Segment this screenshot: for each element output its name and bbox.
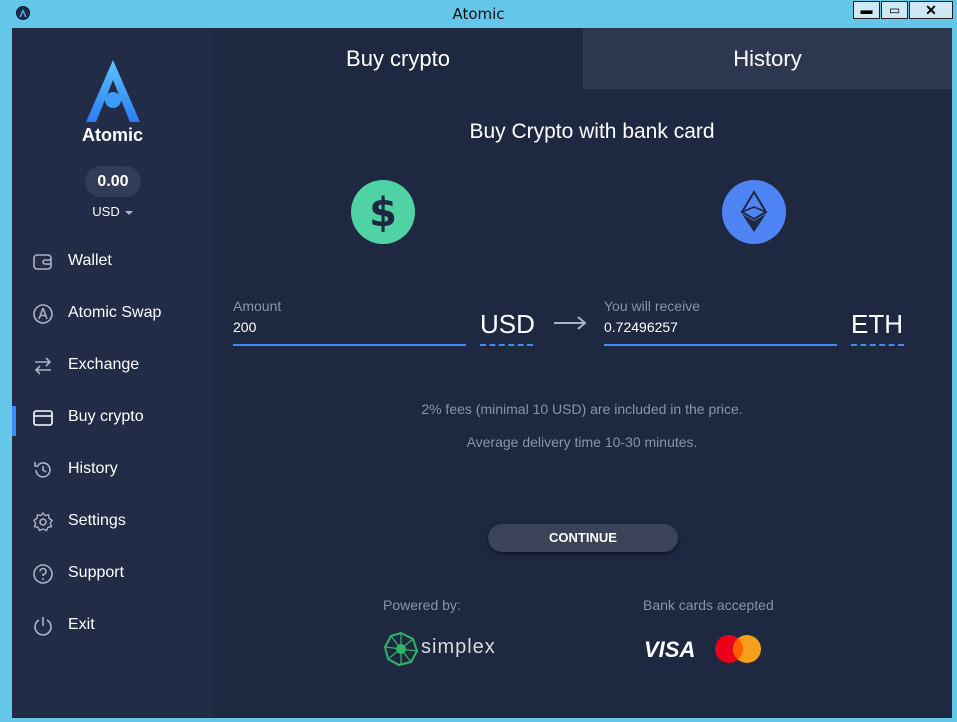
minimize-button[interactable]: ▬ xyxy=(853,1,880,19)
receive-underline xyxy=(604,344,837,346)
fee-note: 2% fees (minimal 10 USD) are included in… xyxy=(421,401,743,417)
balance-display: 0.00 xyxy=(85,166,141,197)
sidebar-item-support[interactable]: Support xyxy=(12,548,213,600)
receive-label: You will receive xyxy=(604,298,700,314)
sidebar-item-wallet[interactable]: Wallet xyxy=(12,236,213,288)
sidebar-item-exchange[interactable]: Exchange xyxy=(12,340,213,392)
cards-accepted-label: Bank cards accepted xyxy=(643,597,774,613)
history-icon xyxy=(34,462,51,478)
sidebar-nav: Wallet Atomic Swap Exchange Buy crypto H… xyxy=(12,236,213,652)
delivery-note: Average delivery time 10-30 minutes. xyxy=(466,434,698,450)
caret-down-icon xyxy=(124,210,133,215)
exchange-icon xyxy=(34,357,52,375)
window-title: Atomic xyxy=(452,5,505,23)
sidebar-item-atomic-swap[interactable]: Atomic Swap xyxy=(12,288,213,340)
simplex-name: simplex xyxy=(421,636,496,658)
page-title: Buy Crypto with bank card xyxy=(469,120,715,143)
maximize-button[interactable]: ▭ xyxy=(881,1,908,19)
power-icon xyxy=(34,617,52,636)
continue-button[interactable]: CONTINUE xyxy=(488,524,678,552)
sidebar-item-label: Exit xyxy=(68,616,95,633)
sidebar-item-buy-crypto[interactable]: Buy crypto xyxy=(12,392,213,444)
sidebar-item-exit[interactable]: Exit xyxy=(12,600,213,652)
to-currency-select[interactable]: ETH xyxy=(851,309,903,340)
wallet-icon xyxy=(33,254,52,270)
close-button[interactable]: ✕ xyxy=(909,1,953,19)
tab-history[interactable]: History xyxy=(583,28,952,89)
receive-input[interactable]: 0.72496257 xyxy=(604,319,678,335)
gear-icon xyxy=(33,511,53,532)
amount-input[interactable]: 200 xyxy=(233,319,256,335)
currency-selector[interactable]: USD xyxy=(12,204,213,219)
eth-coin-icon xyxy=(722,180,786,244)
sidebar-item-label: Wallet xyxy=(68,252,112,269)
brand-name: Atomic xyxy=(81,125,143,145)
sidebar-item-label: Atomic Swap xyxy=(68,304,162,321)
help-icon xyxy=(33,564,53,584)
mastercard-icon xyxy=(715,635,761,663)
svg-text:$: $ xyxy=(369,190,397,236)
tab-buy-crypto[interactable]: Buy crypto xyxy=(213,28,583,89)
usd-coin-icon: $ xyxy=(351,180,415,244)
atomic-logo-icon xyxy=(86,60,140,122)
from-currency-underline xyxy=(480,344,533,346)
amount-underline xyxy=(233,344,466,346)
sidebar-item-label: Buy crypto xyxy=(68,408,144,425)
powered-by-label: Powered by: xyxy=(383,597,461,613)
sidebar-item-label: Exchange xyxy=(68,356,140,373)
title-bar: Atomic ▬ ▭ ✕ xyxy=(0,0,957,28)
to-currency-underline xyxy=(851,344,904,346)
sidebar-item-history[interactable]: History xyxy=(12,444,213,496)
amount-label: Amount xyxy=(233,298,282,314)
sidebar-item-label: History xyxy=(68,460,118,477)
tab-bar: Buy crypto History xyxy=(213,28,952,89)
arrow-right-icon xyxy=(554,316,587,330)
sidebar: Atomic 0.00 USD Wallet Atomic Swap Excha… xyxy=(12,28,213,718)
visa-logo: VISA xyxy=(644,637,696,662)
simplex-logo: simplex xyxy=(383,631,503,667)
simplex-icon xyxy=(383,631,419,667)
sidebar-item-label: Settings xyxy=(68,512,126,529)
atomic-swap-icon xyxy=(33,304,53,324)
sidebar-item-settings[interactable]: Settings xyxy=(12,496,213,548)
buy-crypto-panel: Buy Crypto with bank card $ Amount 200 U… xyxy=(213,89,952,718)
from-currency-select[interactable]: USD xyxy=(480,309,535,340)
sidebar-item-label: Support xyxy=(68,564,125,581)
card-icon xyxy=(33,410,53,426)
currency-label: USD xyxy=(92,204,120,219)
app-frame: Atomic 0.00 USD Wallet Atomic Swap Excha… xyxy=(12,28,952,718)
